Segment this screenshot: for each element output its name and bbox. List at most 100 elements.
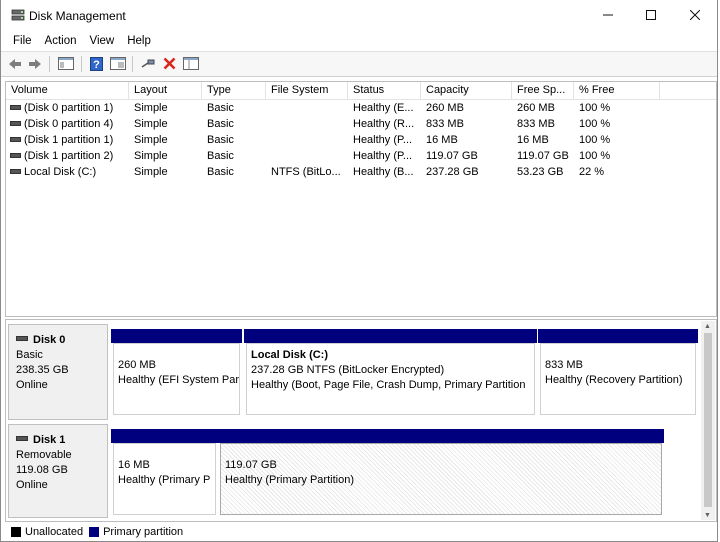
volume-type: Basic: [207, 150, 234, 162]
volume-row[interactable]: (Disk 0 partition 4) Simple Basic Health…: [6, 116, 716, 132]
disk-label-disk-1[interactable]: Disk 1 Removable 119.08 GB Online: [8, 424, 108, 518]
partition-info: 833 MB Healthy (Recovery Partition): [540, 343, 696, 415]
column-header-capacity[interactable]: Capacity: [421, 82, 512, 99]
volume-capacity: 16 MB: [426, 134, 458, 146]
title-bar[interactable]: Disk Management: [1, 0, 717, 32]
volume-status: Healthy (P...: [353, 134, 413, 146]
volume-capacity: 833 MB: [426, 118, 464, 130]
menu-action[interactable]: Action: [39, 35, 84, 47]
graphical-view-scrollbar[interactable]: ▲ ▼: [701, 321, 715, 520]
partition-disk0-efi[interactable]: 260 MB Healthy (EFI System Par: [111, 329, 242, 417]
properties-button[interactable]: [109, 56, 127, 71]
partition-disk1-primary-2[interactable]: 119.07 GB Healthy (Primary Partition): [218, 429, 664, 517]
partition-status: Healthy (Primary Partition): [225, 474, 354, 486]
column-header-percent-free[interactable]: % Free: [574, 82, 660, 99]
volume-file-system: [271, 116, 346, 132]
volume-layout: Simple: [134, 102, 168, 114]
menu-file[interactable]: File: [1, 35, 39, 47]
volume-free-space: 119.07 GB: [517, 150, 569, 162]
forward-button[interactable]: [27, 56, 43, 71]
volume-name-text: (Disk 1 partition 2): [24, 150, 114, 162]
volume-percent-free: 100 %: [579, 134, 611, 146]
volume-capacity: 119.07 GB: [426, 150, 478, 162]
scroll-up-icon[interactable]: ▲: [704, 323, 711, 330]
volume-layout: Simple: [134, 118, 168, 130]
column-header-volume[interactable]: Volume: [6, 82, 129, 99]
volume-type: Basic: [207, 134, 234, 146]
partition-disk1-primary-1[interactable]: 16 MB Healthy (Primary P: [111, 429, 218, 517]
volume-free-space: 260 MB: [517, 102, 555, 114]
volume-name-text: (Disk 0 partition 4): [24, 118, 114, 130]
legend-swatch-primary-partition: [89, 526, 100, 537]
volume-layout: Simple: [134, 150, 168, 162]
volume-free-space: 833 MB: [517, 118, 555, 130]
partition-name: Local Disk (C:): [251, 349, 329, 361]
volume-name-text: (Disk 0 partition 1): [24, 102, 114, 114]
volume-type: Basic: [207, 166, 234, 178]
column-header-free-space[interactable]: Free Sp...: [512, 82, 574, 99]
maximize-button[interactable]: [629, 0, 673, 30]
console-tree-button[interactable]: [57, 56, 75, 71]
volume-percent-free: 100 %: [579, 150, 611, 162]
toolbar-separator: [49, 56, 50, 72]
partition-disk0-recovery[interactable]: 833 MB Healthy (Recovery Partition): [538, 329, 698, 417]
volume-row[interactable]: (Disk 0 partition 1) Simple Basic Health…: [6, 100, 716, 116]
back-button[interactable]: [7, 56, 23, 71]
close-icon: [690, 10, 700, 20]
column-header-type[interactable]: Type: [202, 82, 266, 99]
scroll-down-icon[interactable]: ▼: [704, 512, 711, 519]
forward-arrow-icon: [29, 58, 41, 69]
partition-status: Healthy (EFI System Par: [118, 374, 240, 386]
scrollbar-thumb[interactable]: [704, 333, 712, 507]
connect-button[interactable]: [139, 56, 157, 71]
disk-icon: [16, 436, 28, 441]
volume-row[interactable]: (Disk 1 partition 2) Simple Basic Health…: [6, 148, 716, 164]
disk-size: 238.35 GB: [16, 364, 69, 376]
view-pane-icon: [183, 57, 199, 70]
volume-status: Healthy (P...: [353, 150, 413, 162]
partition-color-bar: [538, 329, 698, 343]
close-button[interactable]: [673, 0, 717, 30]
properties-pane-icon: [110, 57, 126, 70]
toolbar-separator: [81, 56, 82, 72]
menu-bar: File Action View Help: [1, 32, 717, 50]
volume-file-system: [271, 132, 346, 148]
volume-name: (Disk 1 partition 1): [10, 132, 129, 148]
volume-percent-free: 100 %: [579, 102, 611, 114]
disk-row-disk-0: Disk 0 Basic 238.35 GB Online 260 MB Hea…: [6, 322, 700, 420]
partition-status: Healthy (Recovery Partition): [545, 374, 683, 386]
volume-icon: [10, 121, 21, 126]
window-title: Disk Management: [29, 9, 126, 23]
svg-text:?: ?: [93, 59, 100, 71]
partition-status: Healthy (Boot, Page File, Crash Dump, Pr…: [251, 379, 526, 391]
help-button[interactable]: ?: [88, 56, 104, 71]
help-icon: ?: [89, 56, 103, 71]
volume-name: Local Disk (C:): [10, 164, 129, 180]
volume-type: Basic: [207, 102, 234, 114]
column-header-status[interactable]: Status: [348, 82, 421, 99]
menu-help[interactable]: Help: [121, 35, 158, 47]
volume-icon: [10, 105, 21, 110]
menu-view[interactable]: View: [84, 35, 122, 47]
volume-file-system: [271, 100, 346, 116]
minimize-button[interactable]: [586, 0, 630, 30]
partition-info: 16 MB Healthy (Primary P: [113, 443, 216, 515]
legend-label-unallocated: Unallocated: [25, 525, 84, 538]
volume-name: (Disk 0 partition 4): [10, 116, 129, 132]
disk-status: Online: [16, 479, 48, 491]
volume-row[interactable]: (Disk 1 partition 1) Simple Basic Health…: [6, 132, 716, 148]
disk-name: Disk 1: [33, 434, 66, 446]
partition-info: 260 MB Healthy (EFI System Par: [113, 343, 240, 415]
partition-disk0-local-disk-c[interactable]: Local Disk (C:) 237.28 GB NTFS (BitLocke…: [244, 329, 537, 417]
column-header-file-system[interactable]: File System: [266, 82, 348, 99]
back-arrow-icon: [9, 58, 21, 69]
view-pane-button[interactable]: [182, 56, 200, 71]
delete-button[interactable]: [161, 56, 177, 71]
volume-type: Basic: [207, 118, 234, 130]
volume-row[interactable]: Local Disk (C:) Simple Basic NTFS (BitLo…: [6, 164, 716, 180]
disk-type: Removable: [16, 449, 72, 461]
disk-label-disk-0[interactable]: Disk 0 Basic 238.35 GB Online: [8, 324, 108, 420]
partition-info: Local Disk (C:) 237.28 GB NTFS (BitLocke…: [246, 343, 535, 415]
column-header-layout[interactable]: Layout: [129, 82, 202, 99]
volume-icon: [10, 169, 21, 174]
